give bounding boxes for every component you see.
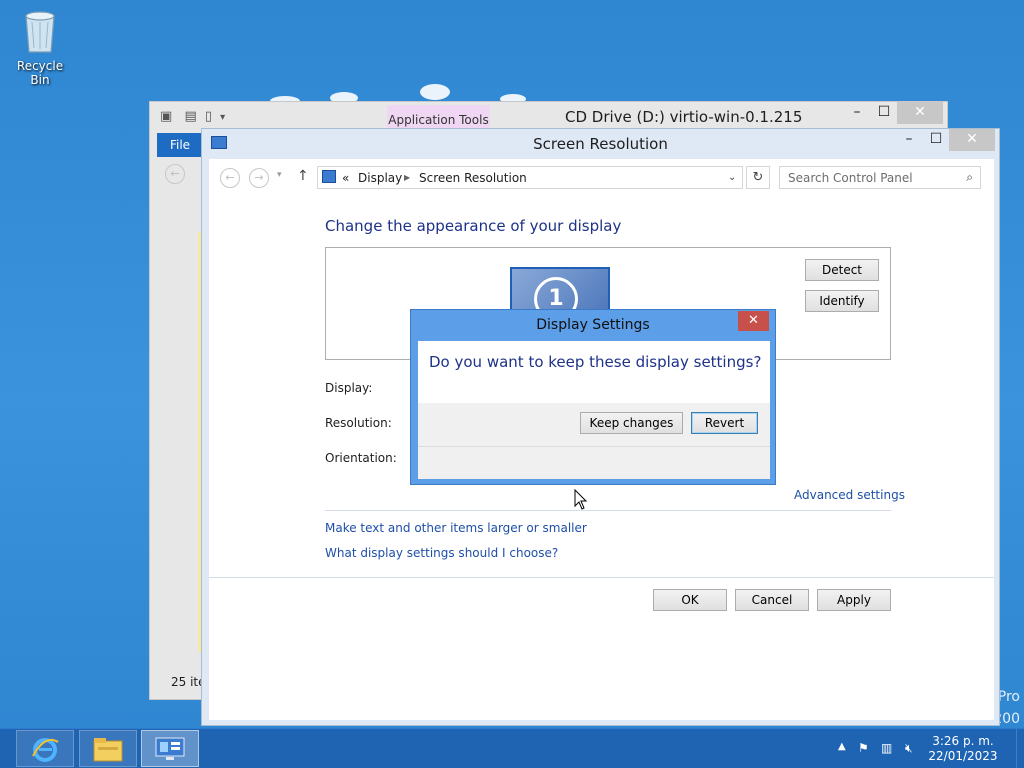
wallpaper-swoosh xyxy=(420,84,450,100)
identify-button[interactable]: Identify xyxy=(805,290,879,312)
file-explorer-icon[interactable] xyxy=(79,730,137,767)
clock-time: 3:26 p. m. xyxy=(932,734,994,748)
display-settings-dialog[interactable]: Display Settings ✕ Do you want to keep t… xyxy=(410,309,776,485)
taskbar: ▲ ⚑ ▥ 🔇︎ 3:26 p. m. 22/01/2023 xyxy=(0,728,1024,768)
page-heading: Change the appearance of your display xyxy=(325,217,622,235)
minimize-button[interactable]: – xyxy=(899,129,919,151)
detect-button[interactable]: Detect xyxy=(805,259,879,281)
chevron-down-icon[interactable]: ⌄ xyxy=(728,172,736,183)
chevron-down-icon[interactable]: ▾ xyxy=(220,112,225,123)
address-bar[interactable]: « Display ▶ Screen Resolution ⌄ xyxy=(317,166,743,189)
back-icon[interactable]: ← xyxy=(220,168,240,188)
recycle-bin-icon xyxy=(25,11,55,53)
search-icon[interactable]: ⌕ xyxy=(966,170,973,185)
control-panel-icon[interactable] xyxy=(141,730,199,767)
window-title: Screen Resolution xyxy=(533,135,668,153)
orientation-label: Orientation: xyxy=(325,451,397,465)
dialog-message: Do you want to keep these display settin… xyxy=(429,353,762,371)
volume-muted-icon[interactable]: 🔇︎ xyxy=(905,741,913,756)
breadcrumb-screen-resolution[interactable]: Screen Resolution xyxy=(419,171,527,185)
dialog-title: Display Settings xyxy=(536,317,650,333)
back-icon[interactable]: ← xyxy=(165,164,185,184)
explorer-title: CD Drive (D:) virtio-win-0.1.215 xyxy=(565,108,803,126)
recycle-bin[interactable]: Recycle Bin xyxy=(6,6,74,87)
breadcrumb-display[interactable]: Display xyxy=(358,171,402,185)
maximize-button[interactable]: ☐ xyxy=(874,102,894,124)
dialog-close-button[interactable]: ✕ xyxy=(738,311,769,331)
recycle-bin-label: Recycle Bin xyxy=(16,59,64,87)
show-desktop-button[interactable] xyxy=(1016,729,1024,768)
mouse-cursor-icon xyxy=(574,489,588,510)
dialog-button-area: Keep changes Revert xyxy=(418,403,770,447)
up-arrow-icon[interactable]: ↑ xyxy=(297,168,309,184)
close-button[interactable]: ✕ xyxy=(949,129,995,151)
keep-changes-button[interactable]: Keep changes xyxy=(580,412,683,434)
refresh-icon[interactable]: ↻ xyxy=(746,166,770,189)
apply-button[interactable]: Apply xyxy=(817,589,891,611)
maximize-button[interactable]: ☐ xyxy=(926,129,946,151)
dialog-body: Do you want to keep these display settin… xyxy=(418,341,770,479)
clock-date: 22/01/2023 xyxy=(928,749,998,763)
close-button[interactable]: ✕ xyxy=(897,102,943,124)
display-help-link[interactable]: What display settings should I choose? xyxy=(325,546,558,560)
revert-button[interactable]: Revert xyxy=(691,412,758,434)
dialog-message-area: Do you want to keep these display settin… xyxy=(418,341,770,403)
recent-locations-chevron-icon[interactable]: ▾ xyxy=(277,170,282,180)
divider xyxy=(209,577,994,578)
file-tab[interactable]: File xyxy=(157,133,203,157)
text-size-link[interactable]: Make text and other items larger or smal… xyxy=(325,521,587,535)
advanced-settings-link[interactable]: Advanced settings xyxy=(794,488,905,502)
clock[interactable]: 3:26 p. m. 22/01/2023 xyxy=(928,734,998,764)
drive-icon[interactable]: ▣ xyxy=(160,109,172,124)
resolution-label: Resolution: xyxy=(325,416,392,430)
minimize-button[interactable]: – xyxy=(847,102,867,124)
search-box[interactable]: ⌕ xyxy=(779,166,981,189)
cancel-button[interactable]: Cancel xyxy=(735,589,809,611)
flag-icon[interactable]: ⚑ xyxy=(858,741,869,755)
new-folder-icon[interactable]: ▯ xyxy=(205,109,212,124)
ok-button[interactable]: OK xyxy=(653,589,727,611)
breadcrumb-prefix: « xyxy=(342,171,350,185)
quick-access-toolbar[interactable]: ▣ ▤ ▯ ▾ xyxy=(160,109,225,124)
control-panel-icon xyxy=(322,170,336,183)
forward-icon[interactable]: → xyxy=(249,168,269,188)
internet-explorer-icon[interactable] xyxy=(16,730,74,767)
chevron-right-icon[interactable]: ▶ xyxy=(404,173,410,182)
show-hidden-icons-icon[interactable]: ▲ xyxy=(838,741,846,752)
divider xyxy=(325,510,891,511)
properties-icon[interactable]: ▤ xyxy=(184,109,196,124)
display-label: Display: xyxy=(325,381,373,395)
search-input[interactable] xyxy=(788,167,958,188)
network-icon[interactable]: ▥ xyxy=(881,741,892,755)
